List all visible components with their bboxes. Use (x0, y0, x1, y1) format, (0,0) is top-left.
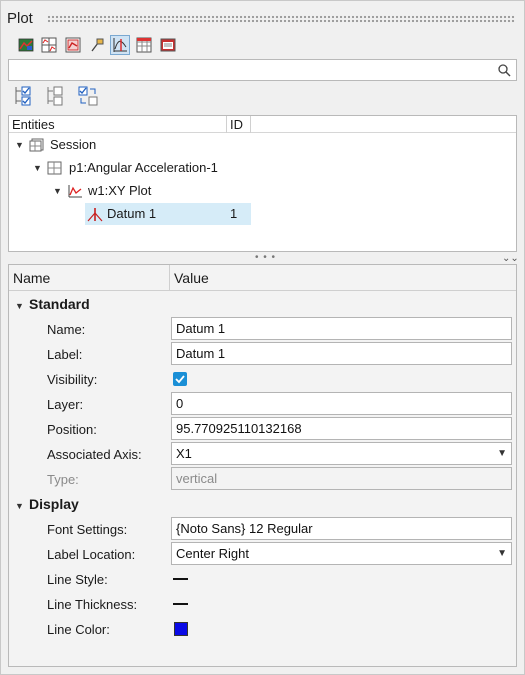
page-plot-button[interactable] (63, 35, 83, 55)
font-settings-field[interactable]: {Noto Sans} 12 Regular (171, 517, 512, 540)
check-all-button[interactable] (13, 85, 35, 107)
tree-header: Entities ID (9, 116, 516, 133)
xy-plot-icon (68, 185, 82, 198)
panel-drag-handle[interactable] (47, 15, 515, 23)
label-location-value: Center Right (176, 546, 249, 561)
section-collapse-icon[interactable]: ▼ (15, 501, 24, 511)
plot-map-icon (18, 38, 34, 52)
page-icon (47, 161, 62, 175)
name-label: Name: (47, 322, 86, 337)
layer-label: Layer: (47, 397, 84, 412)
value-column-header[interactable]: Value (170, 265, 209, 290)
name-field[interactable]: Datum 1 (171, 317, 512, 340)
associated-axis-dropdown[interactable]: X1 ▼ (171, 442, 512, 465)
expand-arrow-icon[interactable]: ▼ (15, 134, 24, 156)
plot-map-button[interactable] (16, 35, 36, 55)
associated-axis-label: Associated Axis: (47, 447, 142, 462)
invert-selection-button[interactable] (77, 85, 99, 107)
splitter-handle[interactable]: • • • (255, 252, 276, 263)
tree-row-label: Session (50, 137, 97, 152)
line-color-label: Line Color: (47, 622, 110, 637)
search-icon[interactable] (497, 63, 511, 77)
tree-row-id: 1 (230, 206, 238, 221)
notes-icon (160, 38, 176, 52)
tree-row-label: w1:XY Plot (88, 183, 152, 198)
xy-plot-icon (113, 38, 127, 52)
label-location-label: Label Location: (47, 547, 136, 562)
xy-plot-button[interactable] (110, 35, 130, 55)
visibility-checkbox[interactable] (173, 372, 187, 386)
session-icon (29, 138, 44, 152)
entities-column-header[interactable]: Entities (9, 116, 55, 133)
grid-plot-button[interactable] (39, 35, 59, 55)
expand-arrow-icon[interactable]: ▼ (53, 180, 62, 202)
layer-field[interactable]: 0 (171, 392, 512, 415)
position-field[interactable]: 95.770925110132168 (171, 417, 512, 440)
line-thickness-label: Line Thickness: (47, 597, 138, 612)
check-icon (175, 375, 185, 384)
entity-tree: Entities ID ▼ Session ▼ p1:Angular Accel… (8, 115, 517, 252)
panel-title: Plot (7, 10, 33, 27)
standard-section-title[interactable]: Standard (29, 296, 90, 312)
datum-pin-button[interactable] (87, 35, 107, 55)
type-label: Type: (47, 472, 79, 487)
expand-arrow-icon[interactable]: ▼ (33, 157, 42, 179)
tree-row-label: Datum 1 (107, 206, 157, 221)
search-box (8, 59, 517, 81)
label-location-dropdown[interactable]: Center Right ▼ (171, 542, 512, 565)
chevron-down-icon[interactable]: ▼ (497, 443, 507, 464)
line-color-swatch[interactable] (174, 622, 188, 636)
table-grid-button[interactable] (134, 35, 154, 55)
visibility-label: Visibility: (47, 372, 98, 387)
name-column-header[interactable]: Name (9, 265, 50, 290)
line-style-swatch[interactable] (173, 578, 188, 580)
chevron-down-icon[interactable]: ▼ (497, 543, 507, 564)
font-settings-label: Font Settings: (47, 522, 128, 537)
associated-axis-value: X1 (176, 446, 192, 461)
uncheck-tree-icon (47, 86, 63, 106)
collapse-double-arrow-icon[interactable]: ⌄⌄ (502, 253, 519, 264)
grid-plot-icon (41, 37, 57, 53)
position-label: Position: (47, 422, 97, 437)
tree-row-window[interactable]: ▼ w1:XY Plot (9, 180, 516, 202)
tree-row-page[interactable]: ▼ p1:Angular Acceleration-1 (9, 157, 516, 179)
column-divider (250, 116, 251, 133)
header-divider (9, 290, 516, 291)
check-tree-icon (15, 86, 31, 106)
label-label: Label: (47, 347, 83, 362)
tree-row-session[interactable]: ▼ Session (9, 134, 516, 156)
uncheck-all-button[interactable] (45, 85, 67, 107)
type-field: vertical (171, 467, 512, 490)
search-input[interactable] (9, 60, 479, 80)
swap-check-icon (78, 86, 98, 106)
id-column-header[interactable]: ID (227, 116, 243, 133)
display-section-title[interactable]: Display (29, 496, 79, 512)
table-grid-icon (136, 37, 152, 53)
label-field[interactable]: Datum 1 (171, 342, 512, 365)
section-collapse-icon[interactable]: ▼ (15, 301, 24, 311)
line-style-label: Line Style: (47, 572, 108, 587)
page-plot-icon (65, 37, 81, 53)
datum-icon (87, 208, 103, 222)
tree-row-label: p1:Angular Acceleration-1 (69, 160, 218, 175)
datum-pin-icon (91, 38, 104, 52)
line-thickness-swatch[interactable] (173, 603, 188, 605)
tree-row-datum[interactable]: Datum 1 1 (85, 203, 251, 225)
notes-button[interactable] (158, 35, 178, 55)
property-grid: Name Value ▼ Standard Name: Datum 1 Labe… (8, 264, 517, 667)
